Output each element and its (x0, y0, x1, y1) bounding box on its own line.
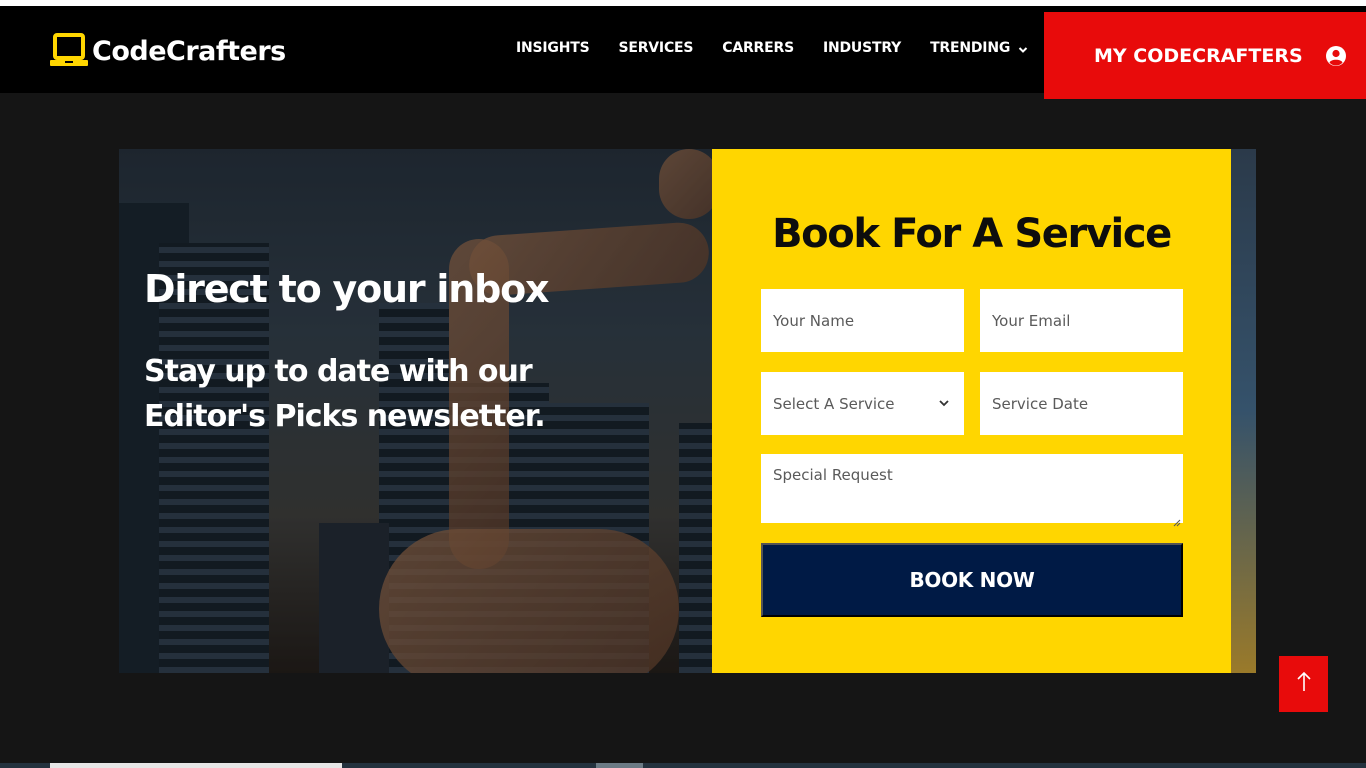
email-field[interactable]: Your Email (980, 289, 1183, 352)
hero-title: Direct to your inbox (144, 267, 550, 311)
background-image-edge (1230, 149, 1256, 673)
brand-logo[interactable]: CodeCrafters (50, 32, 286, 70)
booking-form: Book For A Service Your Name Your Email … (712, 149, 1231, 673)
chevron-down-icon (938, 395, 950, 413)
book-now-button[interactable]: BOOK NOW (761, 543, 1183, 617)
service-date-field[interactable]: Service Date (980, 372, 1183, 435)
resize-handle-icon[interactable] (1173, 513, 1181, 527)
email-placeholder: Your Email (992, 311, 1071, 330)
service-date-placeholder: Service Date (992, 394, 1089, 413)
navbar: CodeCrafters INSIGHTS SERVICES CARRERS I… (0, 6, 1366, 99)
special-request-textarea[interactable]: Special Request (761, 454, 1183, 527)
brand-name: CodeCrafters (92, 35, 286, 67)
main-nav: INSIGHTS SERVICES CARRERS INDUSTRY TREND… (516, 40, 1057, 56)
service-select[interactable]: Select A Service (761, 372, 964, 435)
name-placeholder: Your Name (773, 311, 855, 330)
special-request-placeholder: Special Request (773, 466, 893, 484)
nav-item-industry[interactable]: INDUSTRY (823, 40, 901, 56)
laptop-icon (50, 32, 90, 70)
next-section-edge (50, 763, 342, 768)
name-field[interactable]: Your Name (761, 289, 964, 352)
user-circle-icon (1325, 45, 1347, 67)
chevron-down-icon (1018, 43, 1028, 53)
nav-item-trending-label: TRENDING (930, 40, 1011, 56)
nav-item-trending[interactable]: TRENDING (930, 40, 1028, 56)
my-codecrafters-label: MY CODECRAFTERS (1094, 44, 1303, 67)
my-codecrafters-button[interactable]: MY CODECRAFTERS (1044, 12, 1366, 99)
service-select-value: Select A Service (773, 394, 895, 413)
arrow-up-icon (1296, 671, 1312, 698)
hero-subtitle: Stay up to date with our Editor's Picks … (144, 354, 546, 434)
nav-item-services[interactable]: SERVICES (618, 40, 693, 56)
scroll-to-top-button[interactable] (1279, 656, 1328, 712)
nav-item-carrers[interactable]: CARRERS (722, 40, 794, 56)
booking-form-title: Book For A Service (772, 211, 1172, 257)
nav-item-insights[interactable]: INSIGHTS (516, 40, 590, 56)
next-section-edge (596, 763, 643, 768)
